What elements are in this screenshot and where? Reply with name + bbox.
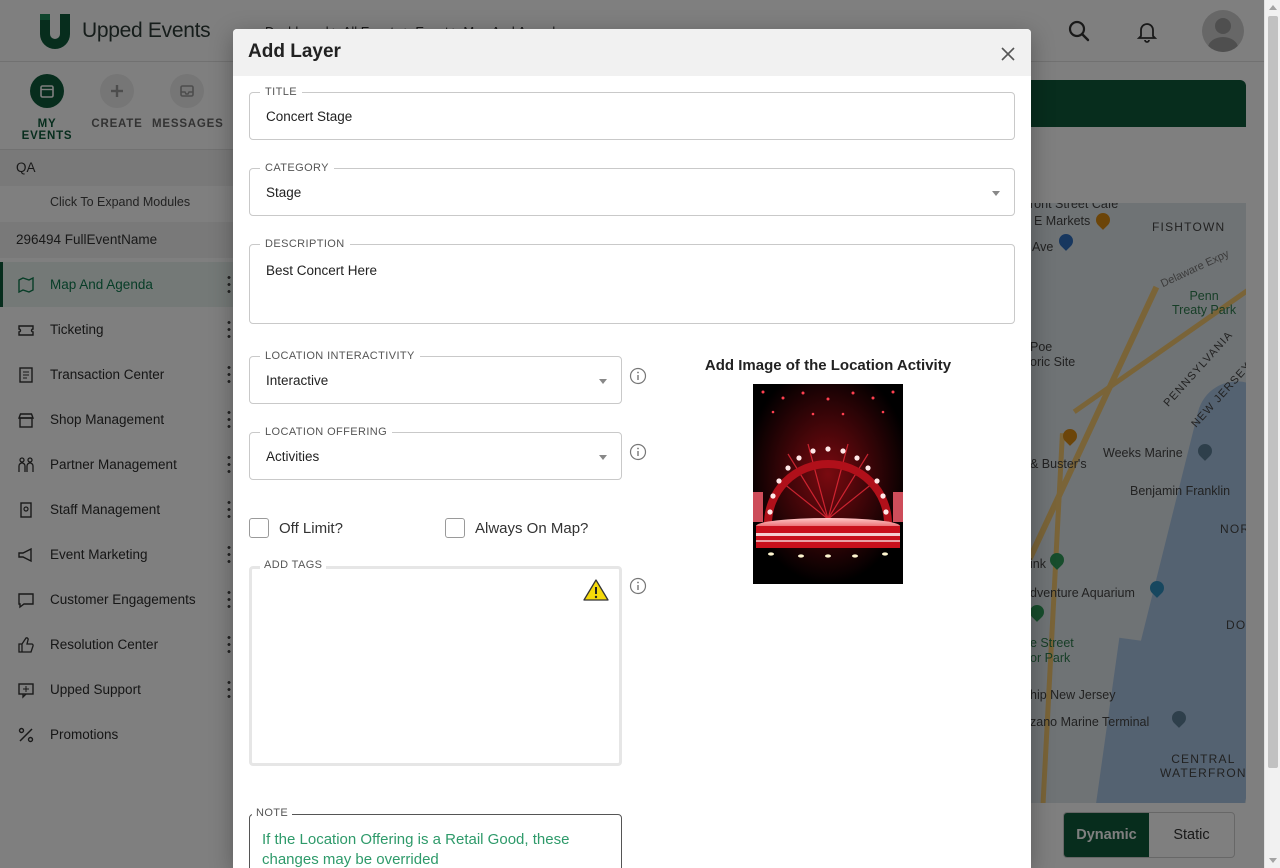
off-limit-label[interactable]: Off Limit? bbox=[279, 520, 343, 537]
description-value: Best Concert Here bbox=[266, 263, 378, 278]
info-icon[interactable] bbox=[629, 577, 647, 595]
location-offering-value: Activities bbox=[266, 449, 320, 464]
scroll-down-icon[interactable] bbox=[1269, 858, 1277, 863]
location-offering-label: LOCATION OFFERING bbox=[260, 425, 393, 439]
concert-stage-image bbox=[753, 384, 903, 584]
page-scrollbar[interactable] bbox=[1264, 0, 1280, 868]
location-interactivity-select[interactable]: LOCATION INTERACTIVITY Interactive bbox=[249, 349, 622, 404]
warning-icon bbox=[583, 579, 609, 601]
location-interactivity-label: LOCATION INTERACTIVITY bbox=[260, 349, 420, 363]
info-icon[interactable] bbox=[629, 367, 647, 385]
title-label: TITLE bbox=[260, 85, 302, 99]
add-tags-label: ADD TAGS bbox=[260, 559, 327, 571]
description-label: DESCRIPTION bbox=[260, 237, 350, 251]
always-on-map-label[interactable]: Always On Map? bbox=[475, 520, 588, 537]
note-box: NOTE If the Location Offering is a Retai… bbox=[249, 807, 622, 868]
title-value: Concert Stage bbox=[266, 109, 353, 124]
info-icon[interactable] bbox=[629, 443, 647, 461]
chevron-down-icon bbox=[599, 455, 607, 460]
close-icon[interactable] bbox=[1001, 47, 1015, 61]
scroll-thumb[interactable] bbox=[1268, 16, 1278, 768]
modal-header: Add Layer bbox=[233, 29, 1031, 76]
add-layer-modal: Add Layer TITLE Concert Stage CATEGORY S… bbox=[233, 29, 1031, 868]
image-section-title: Add Image of the Location Activity bbox=[704, 357, 952, 374]
add-tags-field[interactable]: ADD TAGS bbox=[249, 559, 622, 766]
always-on-map-checkbox[interactable] bbox=[445, 518, 465, 538]
location-offering-select[interactable]: LOCATION OFFERING Activities bbox=[249, 425, 622, 480]
location-image[interactable] bbox=[753, 384, 903, 584]
location-interactivity-value: Interactive bbox=[266, 373, 329, 388]
note-label: NOTE bbox=[252, 807, 293, 819]
category-select[interactable]: CATEGORY Stage bbox=[249, 161, 1015, 216]
scroll-up-icon[interactable] bbox=[1269, 5, 1277, 10]
category-value: Stage bbox=[266, 185, 302, 200]
note-text: If the Location Offering is a Retail Goo… bbox=[262, 831, 570, 868]
description-field[interactable]: DESCRIPTION Best Concert Here bbox=[249, 237, 1015, 324]
off-limit-checkbox[interactable] bbox=[249, 518, 269, 538]
title-field[interactable]: TITLE Concert Stage bbox=[249, 85, 1015, 140]
chevron-down-icon bbox=[599, 379, 607, 384]
modal-title: Add Layer bbox=[248, 41, 341, 62]
category-label: CATEGORY bbox=[260, 161, 334, 175]
chevron-down-icon bbox=[992, 191, 1000, 196]
